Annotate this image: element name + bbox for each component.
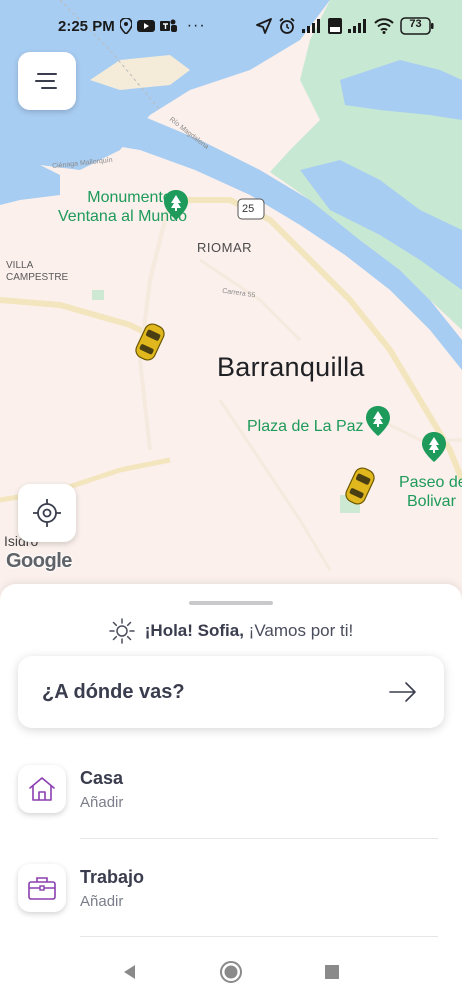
arrow-right-icon	[389, 682, 416, 702]
recents-square-icon[interactable]	[323, 963, 341, 981]
status-time: 2:25 PM	[58, 17, 115, 35]
place-subtitle-home: Añadir	[80, 793, 124, 811]
location-pin-icon	[119, 18, 132, 34]
poi-paseo-label[interactable]: Paseo de Bolivar	[399, 473, 462, 511]
volte-icon	[328, 18, 342, 34]
destination-prompt: ¿A dónde vas?	[42, 680, 185, 703]
poi-plaza-label[interactable]: Plaza de La Paz	[247, 417, 364, 436]
menu-button[interactable]	[18, 52, 76, 110]
more-dots-icon: ···	[186, 17, 206, 34]
poi-tree-pin-icon[interactable]	[422, 432, 446, 462]
youtube-icon	[136, 19, 155, 33]
teams-icon	[159, 18, 178, 34]
poi-paseo-line2: Bolivar	[407, 493, 456, 510]
drag-handle[interactable]	[189, 601, 273, 605]
home-circle-icon[interactable]	[219, 960, 243, 984]
poi-tree-pin-icon[interactable]	[366, 406, 390, 436]
crosshair-icon	[33, 499, 61, 527]
area-riomar-label: RIOMAR	[197, 240, 252, 255]
wifi-icon	[374, 18, 394, 34]
area-villa-line1: VILLA	[6, 260, 34, 271]
place-row-work[interactable]: Trabajo Añadir	[18, 839, 440, 937]
poi-tree-pin-icon[interactable]	[164, 190, 188, 220]
route-25-label: 25	[242, 203, 255, 215]
google-logo: Google	[6, 550, 72, 572]
menu-icon	[35, 73, 57, 89]
place-subtitle-work: Añadir	[80, 892, 124, 910]
system-nav-bar	[0, 944, 462, 1000]
divider	[80, 936, 438, 937]
home-icon-box	[18, 765, 66, 813]
battery-icon: 73	[400, 17, 434, 35]
locate-me-button[interactable]	[18, 484, 76, 542]
greeting: ¡Hola! Sofia, ¡Vamos por ti!	[0, 618, 462, 644]
destination-search-button[interactable]: ¿A dónde vas?	[18, 656, 444, 728]
city-label: Barranquilla	[217, 352, 365, 382]
bottom-sheet: ¡Hola! Sofia, ¡Vamos por ti! ¿A dónde va…	[0, 584, 462, 1000]
battery-level: 73	[409, 18, 422, 30]
back-triangle-icon[interactable]	[121, 963, 139, 981]
alarm-icon	[278, 17, 296, 35]
briefcase-icon	[28, 877, 56, 900]
place-row-home[interactable]: Casa Añadir	[18, 740, 440, 838]
home-icon	[29, 777, 55, 801]
status-bar: 2:25 PM ··· 73	[0, 0, 462, 52]
signal-icon	[348, 19, 368, 33]
signal-icon	[302, 19, 322, 33]
sun-icon	[109, 618, 135, 644]
greeting-message: ¡Vamos por ti!	[248, 621, 354, 640]
greeting-name: ¡Hola! Sofia,	[144, 621, 244, 640]
briefcase-icon-box	[18, 864, 66, 912]
place-title-home: Casa	[80, 767, 124, 788]
poi-paseo-line1: Paseo de	[399, 474, 462, 491]
area-villa-line2: CAMPESTRE	[6, 272, 69, 283]
place-title-work: Trabajo	[80, 866, 145, 887]
navigation-arrow-icon	[256, 18, 272, 34]
area-villa-campestre-label: VILLA CAMPESTRE	[6, 260, 68, 284]
